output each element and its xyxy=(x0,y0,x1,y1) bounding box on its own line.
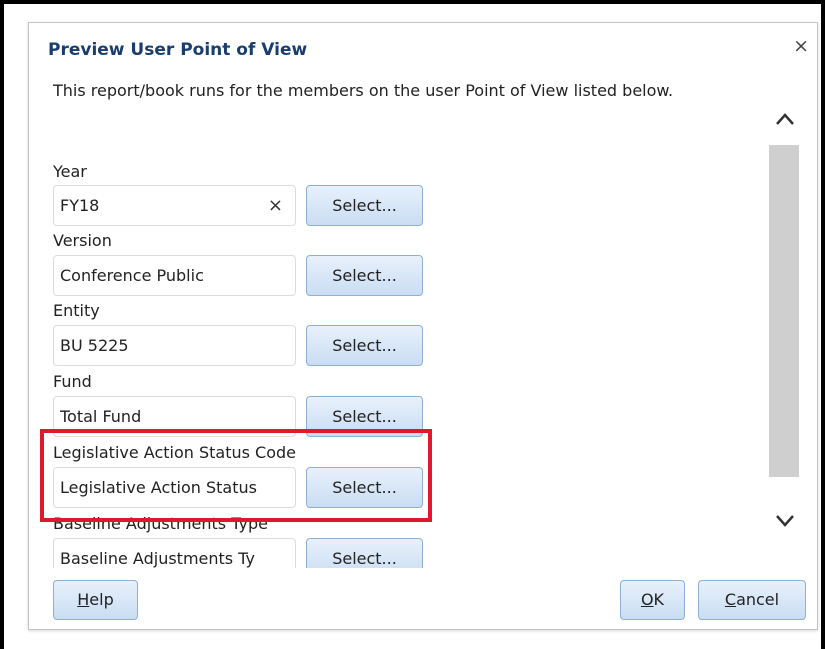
fund-field[interactable]: Total Fund xyxy=(53,396,296,437)
entity-field[interactable]: BU 5225 xyxy=(53,325,296,366)
legislative-action-status-value: Legislative Action Status xyxy=(60,478,257,497)
entity-select-button[interactable]: Select... xyxy=(306,325,423,366)
ok-mnemonic: O xyxy=(640,590,654,609)
version-field[interactable]: Conference Public xyxy=(53,255,296,296)
version-label: Version xyxy=(53,231,112,250)
baseline-adjustments-type-field[interactable]: Baseline Adjustments Ty xyxy=(53,538,296,568)
clear-icon[interactable]: × xyxy=(268,195,283,216)
cancel-mnemonic: C xyxy=(724,590,737,609)
baseline-adjustments-type-select-button[interactable]: Select... xyxy=(306,538,423,568)
help-label-rest: elp xyxy=(89,590,114,609)
legislative-action-status-field[interactable]: Legislative Action Status xyxy=(53,467,296,508)
year-label: Year xyxy=(53,162,87,181)
baseline-adjustments-type-value: Baseline Adjustments Ty xyxy=(60,549,255,568)
cancel-label-rest: ancel xyxy=(736,590,780,609)
entity-value: BU 5225 xyxy=(60,336,129,355)
close-icon[interactable]: × xyxy=(793,37,809,56)
cancel-button[interactable]: Cancel xyxy=(698,580,806,620)
ok-label-rest: K xyxy=(653,590,665,609)
legislative-action-status-select-button[interactable]: Select... xyxy=(306,467,423,508)
year-value: FY18 xyxy=(60,196,100,215)
preview-pov-dialog: Preview User Point of View × This report… xyxy=(28,22,818,630)
chevron-up-icon[interactable] xyxy=(771,107,799,135)
help-mnemonic: H xyxy=(77,590,90,609)
legislative-action-status-label: Legislative Action Status Code xyxy=(53,443,297,462)
version-select-button[interactable]: Select... xyxy=(306,255,423,296)
version-value: Conference Public xyxy=(60,266,204,285)
vertical-scrollbar[interactable] xyxy=(769,145,799,477)
dialog-title: Preview User Point of View xyxy=(48,40,308,60)
dialog-content: Preview User Point of View × This report… xyxy=(29,23,819,568)
fund-label: Fund xyxy=(53,372,92,391)
help-button[interactable]: Help xyxy=(53,580,138,620)
fund-value: Total Fund xyxy=(60,407,142,426)
entity-label: Entity xyxy=(53,301,100,320)
baseline-adjustments-type-label: Baseline Adjustments Type xyxy=(53,514,268,533)
dialog-description: This report/book runs for the members on… xyxy=(53,81,674,100)
fund-select-button[interactable]: Select... xyxy=(306,396,423,437)
year-field[interactable]: FY18 × xyxy=(53,185,296,226)
year-select-button[interactable]: Select... xyxy=(306,185,423,226)
chevron-down-icon[interactable] xyxy=(771,509,799,537)
ok-button[interactable]: OK xyxy=(620,580,685,620)
